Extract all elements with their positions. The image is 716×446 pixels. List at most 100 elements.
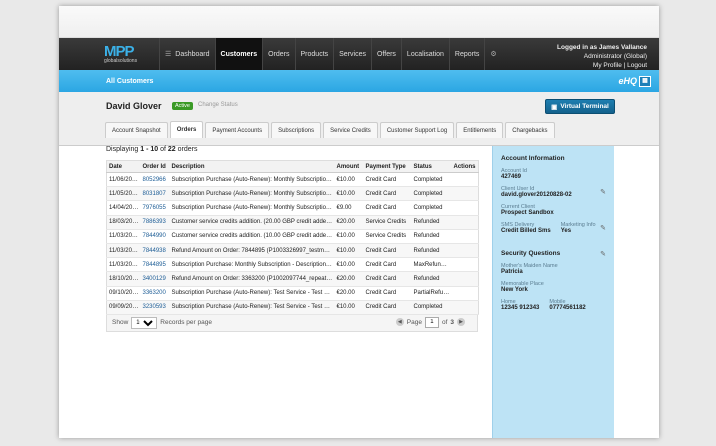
table-cell: €10.00: [334, 186, 364, 202]
table-cell: Credit Card: [363, 172, 412, 188]
table-cell: 18/10/2013: [106, 271, 141, 287]
logo-subtext: globalsolutions: [104, 58, 138, 64]
memorable-place-field: Memorable Place New York: [501, 281, 544, 293]
next-page-icon[interactable]: ▶: [457, 318, 465, 327]
nav-item-services[interactable]: Services: [333, 38, 371, 70]
nav-item-gear-icon[interactable]: ⚙: [484, 38, 505, 70]
table-cell: Service Credits: [363, 215, 412, 230]
order-id-link[interactable]: 7886393: [140, 215, 170, 230]
nav-item-reports[interactable]: Reports: [448, 38, 485, 70]
tab-payment-accounts[interactable]: Payment Accounts: [205, 122, 270, 138]
chart-icon: ▦: [639, 75, 651, 87]
phone-field: Home 12345 912343 Mobile 07774561182: [501, 299, 586, 311]
column-header[interactable]: Description: [169, 160, 335, 173]
table-cell: [451, 300, 479, 315]
order-id-link[interactable]: 7844895: [140, 257, 170, 273]
table-cell: 18/03/2014: [106, 215, 141, 230]
table-cell: €10.00: [334, 300, 364, 315]
table-row[interactable]: 09/10/2013 3363200 Subscription Purchase (…: [106, 286, 479, 301]
table-cell: Refund Amount on Order: 3363200 (P100209…: [169, 271, 335, 287]
order-id-link[interactable]: 7844990: [140, 229, 170, 244]
order-id-link[interactable]: 3363200: [140, 286, 170, 301]
table-cell: Credit Card: [363, 186, 412, 202]
table-row[interactable]: 11/03/2014 7844938 Refund Amount on Order:…: [106, 243, 479, 259]
table-row[interactable]: 11/03/2014 7844895 Subscription Purchase: …: [106, 257, 479, 273]
tab-entitlements[interactable]: Entitlements: [456, 122, 504, 138]
table-cell: Service Credits: [363, 229, 412, 244]
table-row[interactable]: 14/04/2014 7976055 Subscription Purchase (…: [106, 200, 479, 216]
change-status-link[interactable]: Change Status: [198, 102, 238, 108]
logo[interactable]: MPP globalsolutions: [59, 44, 159, 64]
table-row[interactable]: 11/03/2014 7844990 Customer service credit…: [106, 229, 479, 244]
table-cell: Subscription Purchase (Auto-Renew): Mont…: [169, 186, 335, 202]
order-id-link[interactable]: 8031807: [140, 186, 170, 202]
column-header[interactable]: Order Id: [140, 160, 170, 173]
orders-table: Date Order Id Description Amount Payment Typ…: [106, 160, 479, 315]
table-row[interactable]: 11/05/2014 8031807 Subscription Purchase (…: [106, 186, 479, 202]
tab-customer-support-log[interactable]: Customer Support Log: [379, 122, 455, 138]
table-cell: Customer service credits addition. (10.0…: [169, 229, 335, 244]
logged-in-text: Logged in as James Vallance: [557, 44, 647, 51]
table-cell: [451, 271, 479, 287]
page-label: Page: [406, 318, 422, 326]
virtual-terminal-button[interactable]: ▣ Virtual Terminal: [545, 99, 615, 114]
table-cell: 11/03/2014: [106, 257, 141, 273]
table-row[interactable]: 11/06/2014 8052966 Subscription Purchase (…: [106, 172, 479, 188]
order-id-link[interactable]: 7976055: [140, 200, 170, 216]
table-cell: 11/03/2014: [106, 243, 141, 259]
table-cell: Credit Card: [363, 200, 412, 216]
tab-chargebacks[interactable]: Chargebacks: [505, 122, 555, 138]
edit-pencil-icon[interactable]: ✎: [600, 224, 606, 232]
virtual-terminal-label: Virtual Terminal: [560, 103, 609, 110]
edit-pencil-icon[interactable]: ✎: [600, 188, 606, 196]
sms-marketing-field: SMS Delivery Credit Billed Sms Marketing …: [501, 222, 606, 234]
column-header[interactable]: Amount: [334, 160, 364, 173]
table-cell: Refund Amount on Order: 7844895 (P100332…: [169, 243, 335, 259]
column-header[interactable]: Status: [411, 160, 452, 173]
per-page-select[interactable]: 10: [131, 316, 158, 329]
all-customers-link[interactable]: All Customers: [106, 78, 153, 85]
account-id-field: Account Id 427469: [501, 168, 527, 180]
records-per-page-label: Records per page: [160, 319, 212, 327]
tab-account-snapshot[interactable]: Account Snapshot: [105, 122, 168, 138]
order-id-link[interactable]: 3230593: [140, 300, 170, 315]
nav-item-customers[interactable]: Customers: [214, 38, 263, 70]
page-input[interactable]: [424, 316, 439, 328]
table-row[interactable]: 09/09/2013 3230593 Subscription Purchase (…: [106, 300, 479, 315]
section-bar: All Customers eHQ ▦: [59, 70, 659, 92]
table-cell: €10.00: [334, 172, 364, 188]
nav-item-orders[interactable]: Orders: [262, 38, 294, 70]
customer-tabs: Account Snapshot Orders Payment Accounts Su…: [105, 121, 555, 138]
ehq-logo[interactable]: eHQ ▦: [618, 75, 651, 87]
column-header[interactable]: Actions: [451, 160, 479, 173]
table-cell: [451, 243, 479, 259]
table-cell: MaxRefunded: [411, 257, 452, 273]
table-cell: Refunded: [411, 229, 452, 244]
table-cell: Subscription Purchase (Auto-Renew): Test…: [169, 300, 335, 315]
table-row[interactable]: 18/03/2014 7886393 Customer service credit…: [106, 215, 479, 230]
order-id-link[interactable]: 7844938: [140, 243, 170, 259]
nav-item-offers[interactable]: Offers: [370, 38, 401, 70]
column-header[interactable]: Payment Type: [363, 160, 412, 173]
nav-item-localisation[interactable]: Localisation: [400, 38, 449, 70]
order-id-link[interactable]: 8052966: [140, 172, 170, 188]
table-cell: 14/04/2014: [106, 200, 141, 216]
nav-item-products[interactable]: Products: [294, 38, 334, 70]
table-cell: [451, 172, 479, 188]
table-cell: Credit Card: [363, 300, 412, 315]
edit-pencil-icon[interactable]: ✎: [600, 250, 606, 258]
prev-page-icon[interactable]: ◀: [395, 318, 404, 327]
tab-subscriptions[interactable]: Subscriptions: [271, 122, 322, 138]
table-row[interactable]: 18/10/2013 3400129 Refund Amount on Order:…: [106, 271, 479, 287]
table-cell: 11/06/2014: [106, 172, 141, 188]
tab-service-credits[interactable]: Service Credits: [323, 122, 378, 138]
table-cell: Completed: [411, 300, 452, 315]
column-header[interactable]: Date: [106, 160, 141, 173]
tab-orders[interactable]: Orders: [169, 121, 204, 138]
table-cell: [451, 229, 479, 244]
order-id-link[interactable]: 3400129: [140, 271, 170, 287]
total-pages: 3: [450, 318, 454, 326]
table-cell: Customer service credits addition. (20.0…: [169, 215, 335, 230]
nav-item-dashboard[interactable]: ☰ Dashboard: [159, 38, 215, 70]
user-links[interactable]: My Profile | Logout: [557, 61, 647, 70]
